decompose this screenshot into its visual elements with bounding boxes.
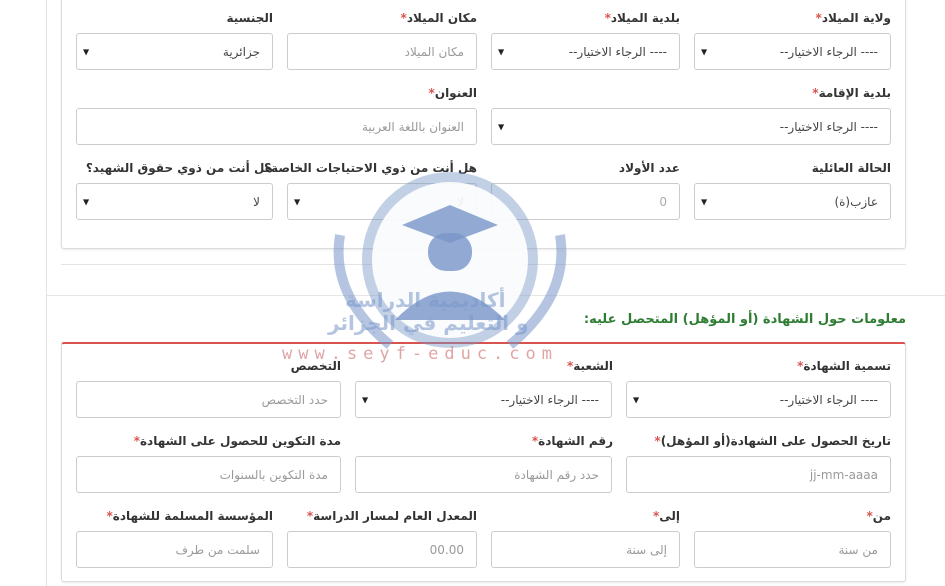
average-label: المعدل العام لمسار الدراسة* [306, 509, 477, 523]
cert-number-label: رقم الشهادة* [531, 434, 613, 448]
residence-commune-select[interactable]: ▼ --الرجاء الاختيار ---- [491, 108, 891, 145]
chevron-down-icon: ▼ [83, 197, 90, 206]
martyr-rights-select[interactable]: ▼ لا [76, 183, 273, 220]
residence-commune-label: بلدية الإقامة* [812, 86, 891, 100]
cert-number-input[interactable]: حدد رقم الشهادة [355, 456, 612, 493]
children-count-input[interactable]: 0 [491, 183, 680, 220]
birth-place-label: مكان الميلاد* [400, 11, 477, 25]
page-left-border [46, 0, 47, 586]
chevron-down-icon: ▼ [701, 47, 708, 56]
cert-name-select[interactable]: ▼ --الرجاء الاختيار ---- [626, 381, 891, 418]
chevron-down-icon: ▼ [83, 47, 90, 56]
martyr-rights-label: هل أنت من ذوي حقوق الشهيد؟ [85, 161, 273, 175]
cert-name-label: تسمية الشهادة* [797, 359, 891, 373]
birth-state-label: ولاية الميلاد* [815, 11, 891, 25]
obtain-date-input[interactable]: jj-mm-aaaa [626, 456, 891, 493]
children-count-label: عدد الأولاد [618, 161, 680, 175]
nationality-label: الجنسية [226, 11, 273, 25]
chevron-down-icon: ▼ [294, 197, 301, 206]
from-label: من* [866, 509, 891, 523]
from-year-input[interactable]: من سنة [694, 531, 891, 568]
chevron-down-icon: ▼ [701, 197, 708, 206]
address-input[interactable]: العنوان باللغة العربية [76, 108, 477, 145]
birth-commune-label: بلدية الميلاد* [604, 11, 680, 25]
specialty-input[interactable]: حدد التخصص [76, 381, 341, 418]
institution-input[interactable]: سلمت من طرف [76, 531, 273, 568]
special-needs-label: هل أنت من ذوي الاحتياجات الخاصة؟ [264, 161, 477, 175]
watermark-url: www.seyf-educ.com [282, 344, 558, 364]
chevron-down-icon: ▼ [498, 47, 505, 56]
average-input[interactable]: 00.00 [287, 531, 477, 568]
certificate-section-title: معلومات حول الشهادة (أو المؤهل) المتحصل … [583, 312, 906, 327]
marital-status-select[interactable]: ▼ عازب(ة) [694, 183, 891, 220]
chevron-down-icon: ▼ [498, 122, 505, 131]
address-label: العنوان* [428, 86, 477, 100]
institution-label: المؤسسة المسلمة للشهادة* [106, 509, 274, 523]
training-duration-label: مدة التكوين للحصول على الشهادة* [133, 434, 341, 448]
to-year-input[interactable]: إلى سنة [491, 531, 680, 568]
chevron-down-icon: ▼ [362, 395, 369, 404]
divider [61, 264, 906, 265]
watermark-line1: أكاديمية الدراسة [345, 288, 506, 312]
birth-commune-select[interactable]: ▼ --الرجاء الاختيار ---- [491, 33, 680, 70]
to-label: إلى* [652, 509, 680, 523]
watermark-line2: و التعليم في الجزائر [328, 311, 529, 335]
nationality-select[interactable]: ▼ جزائرية [76, 33, 273, 70]
training-duration-input[interactable]: مدة التكوين بالسنوات [76, 456, 341, 493]
obtain-date-label: تاريخ الحصول على الشهادة(أو المؤهل)* [654, 434, 891, 448]
birth-place-input[interactable]: مكان الميلاد [287, 33, 477, 70]
marital-status-label: الحالة العائلية [811, 161, 891, 175]
special-needs-select[interactable]: ▼ لا [287, 183, 477, 220]
branch-select[interactable]: ▼ --الرجاء الاختيار ---- [355, 381, 612, 418]
branch-label: الشعبة* [566, 359, 613, 373]
birth-state-select[interactable]: ▼ --الرجاء الاختيار ---- [694, 33, 891, 70]
chevron-down-icon: ▼ [633, 395, 640, 404]
